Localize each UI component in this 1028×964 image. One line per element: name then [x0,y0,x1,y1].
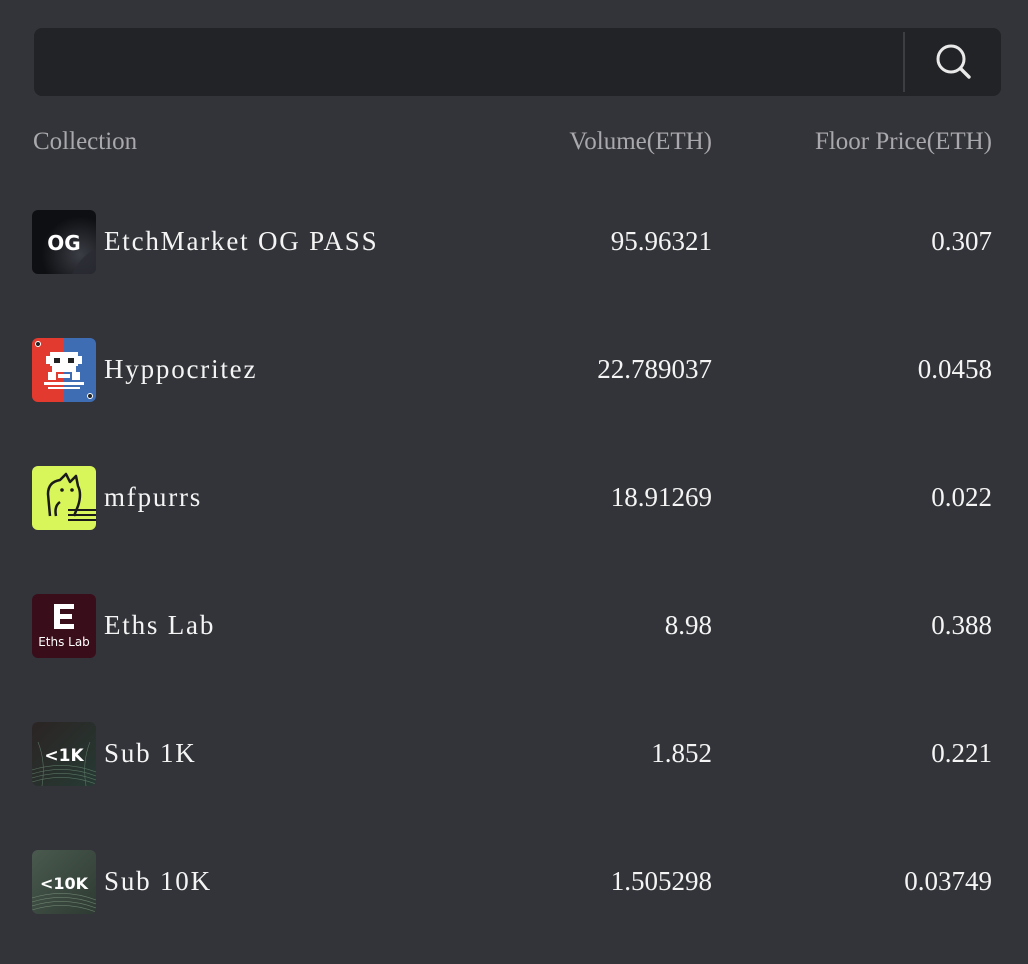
table-row[interactable]: mfpurrs 18.91269 0.022 [0,448,1028,576]
column-header-floor-price[interactable]: Floor Price(ETH) [815,128,992,156]
column-header-volume[interactable]: Volume(ETH) [569,128,712,156]
volume-value: 1.505298 [610,866,712,896]
collection-name: Sub 1K [104,738,197,768]
table-row[interactable]: Hyppocritez 22.789037 0.0458 [0,320,1028,448]
svg-text:<10K: <10K [40,874,89,893]
sub-10k-logo: <10K [32,850,96,914]
collection-name: Eths Lab [104,610,216,640]
table-row[interactable]: Eths Lab Eths Lab 8.98 0.388 [0,576,1028,704]
svg-text:<1K: <1K [44,746,84,766]
column-header-collection[interactable]: Collection [33,128,137,156]
collection-name: mfpurrs [104,482,203,512]
table-row[interactable]: <10K Sub 10K 1.505298 0.03749 [0,832,1028,960]
svg-text:OG: OG [47,231,80,255]
hyppocritez-logo [32,338,96,402]
volume-value: 18.91269 [610,482,712,512]
floor-price-value: 0.388 [931,610,992,640]
floor-price-value: 0.0458 [917,354,992,384]
search-divider [903,32,905,92]
sub-1k-logo: <1K [32,722,96,786]
floor-price-value: 0.307 [931,226,992,256]
floor-price-value: 0.022 [931,482,992,512]
search-input[interactable] [34,28,902,96]
floor-price-value: 0.221 [931,738,992,768]
mfpurrs-logo [32,466,96,530]
volume-value: 1.852 [651,738,712,768]
collection-name: EtchMarket OG PASS [104,226,379,256]
search-button[interactable] [906,28,1001,96]
collection-name: Hyppocritez [104,354,258,384]
search-icon [936,44,971,79]
collections-panel: Collection Volume(ETH) Floor Price(ETH) … [0,0,1028,964]
svg-text:Eths Lab: Eths Lab [38,635,90,649]
collection-name: Sub 10K [104,866,212,896]
table-row[interactable]: <1K Sub 1K 1.852 0.221 [0,704,1028,832]
table-header: Collection Volume(ETH) Floor Price(ETH) [0,120,1028,166]
volume-value: 22.789037 [597,354,712,384]
og-pass-logo: OG [32,210,96,274]
volume-value: 8.98 [664,610,712,640]
table-row[interactable]: OG EtchMarket OG PASS 95.96321 0.307 [0,192,1028,320]
floor-price-value: 0.03749 [904,866,992,896]
volume-value: 95.96321 [610,226,712,256]
eths-lab-logo: Eths Lab [32,594,96,658]
search-bar [34,28,1001,96]
